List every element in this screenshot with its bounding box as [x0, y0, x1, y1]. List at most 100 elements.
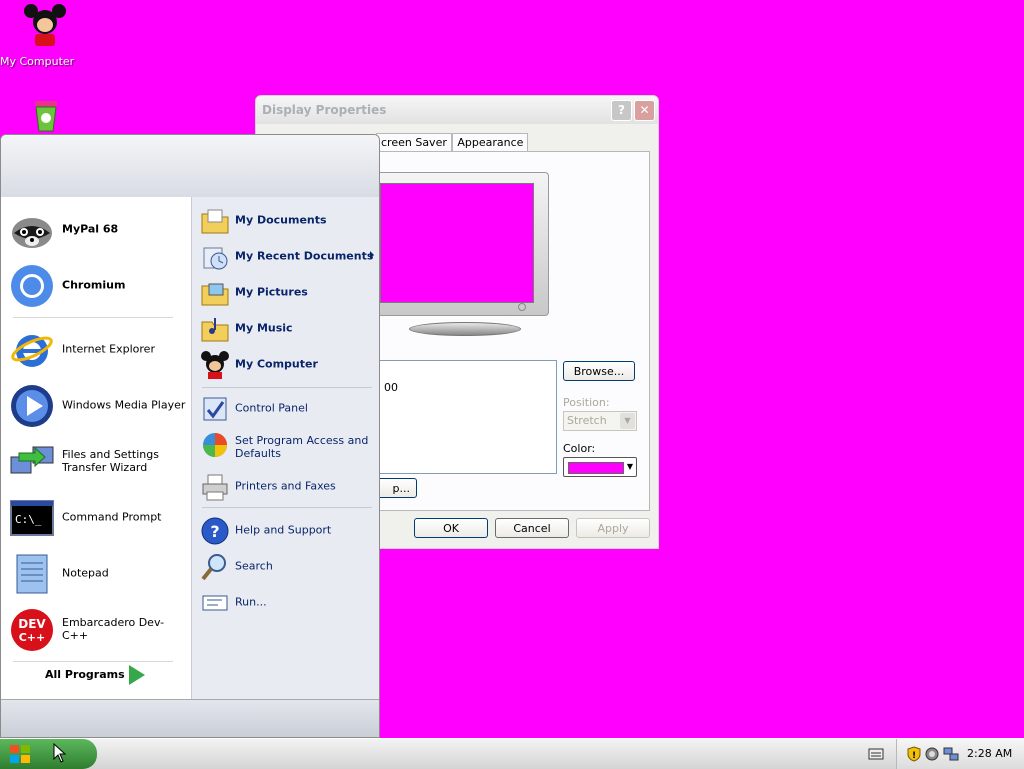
- notepad-icon: [16, 554, 48, 594]
- program-label: Command Prompt: [62, 510, 162, 524]
- my-music-icon: [201, 318, 229, 342]
- listbox-item[interactable]: 00: [384, 381, 398, 394]
- monitor-screen: [380, 183, 534, 303]
- place-control-panel[interactable]: Control Panel: [198, 391, 378, 425]
- all-programs-label[interactable]: All Programs: [45, 668, 125, 681]
- start-menu-header: [1, 135, 379, 198]
- update-icon[interactable]: [925, 747, 939, 761]
- security-shield-icon[interactable]: !: [907, 746, 921, 762]
- place-my-pictures[interactable]: My Pictures: [198, 275, 378, 309]
- my-documents-icon: [201, 209, 229, 234]
- start-menu-footer: [1, 699, 379, 737]
- svg-text:!: !: [912, 751, 916, 761]
- place-label: My Music: [235, 321, 293, 335]
- my-pictures-icon: [201, 283, 229, 306]
- place-label: Search: [235, 559, 273, 573]
- window-titlebar[interactable]: Display Properties ? ✕: [256, 96, 658, 124]
- my-computer-icon: [201, 351, 229, 379]
- chevron-down-icon: ▼: [620, 413, 635, 429]
- background-listbox[interactable]: 00: [369, 360, 557, 474]
- place-run[interactable]: Run...: [198, 585, 378, 619]
- recycle-bin-icon: [35, 101, 57, 132]
- desktop-icon-recycle-bin[interactable]: [0, 95, 90, 138]
- clock[interactable]: 2:28 AM: [967, 747, 1012, 760]
- arrow-right-icon[interactable]: [129, 665, 145, 685]
- program-label: MyPal 68: [62, 222, 119, 236]
- mouse-cursor-icon: [53, 743, 67, 763]
- place-label: Control Panel: [235, 401, 308, 415]
- start-menu-right-column: My Documents My Recent Documents My Pict…: [191, 197, 379, 699]
- chevron-down-icon: ▼: [626, 462, 633, 471]
- position-label: Position:: [563, 396, 610, 409]
- place-label: Set Program Access and Defaults: [235, 434, 369, 460]
- place-label: Printers and Faxes: [235, 479, 336, 493]
- help-button[interactable]: ?: [611, 100, 632, 121]
- program-command-prompt[interactable]: C:\_ Command Prompt: [7, 493, 187, 541]
- place-my-music[interactable]: My Music: [198, 311, 378, 345]
- transfer-wizard-icon: [10, 446, 54, 474]
- program-internet-explorer[interactable]: Internet Explorer: [7, 325, 187, 373]
- place-program-access[interactable]: Set Program Access and Defaults: [198, 427, 378, 467]
- devcpp-icon: DEV C++: [11, 609, 53, 651]
- place-label: My Recent Documents: [235, 249, 374, 263]
- place-my-computer[interactable]: My Computer: [198, 347, 378, 381]
- taskbar: ! 2:28 AM: [0, 738, 1024, 769]
- tab-screen-saver[interactable]: creen Saver: [376, 133, 452, 151]
- color-swatch: [568, 462, 624, 474]
- start-menu: MyPal 68 Chromium Internet Explorer Wind…: [0, 134, 380, 738]
- mypal-icon: [12, 218, 52, 248]
- monitor-frame: [369, 172, 549, 316]
- place-label: My Pictures: [235, 285, 308, 299]
- power-led-icon: [518, 303, 526, 311]
- apply-button[interactable]: Apply: [576, 518, 650, 538]
- window-title: Display Properties: [262, 103, 387, 117]
- start-menu-left-column: MyPal 68 Chromium Internet Explorer Wind…: [1, 197, 191, 699]
- position-select[interactable]: Stretch ▼: [563, 411, 637, 431]
- keyboard-icon[interactable]: [868, 747, 884, 761]
- color-picker-button[interactable]: ▼: [563, 457, 637, 477]
- network-icon[interactable]: [943, 747, 959, 761]
- svg-text:?: ?: [210, 522, 219, 541]
- run-icon: [202, 595, 228, 611]
- chromium-icon: [11, 265, 53, 307]
- place-label: Run...: [235, 595, 267, 609]
- place-help[interactable]: ? Help and Support: [198, 513, 378, 547]
- place-printers[interactable]: Printers and Faxes: [198, 469, 378, 503]
- start-button[interactable]: [0, 739, 97, 769]
- control-panel-icon: [203, 397, 227, 421]
- windows-logo-icon: [10, 745, 30, 763]
- ok-button[interactable]: OK: [414, 518, 488, 538]
- close-button[interactable]: ✕: [634, 100, 655, 121]
- program-label: Embarcadero Dev-C++: [62, 616, 165, 642]
- program-media-player[interactable]: Windows Media Player: [7, 381, 187, 429]
- separator: [202, 507, 372, 508]
- program-mypal[interactable]: MyPal 68: [7, 205, 187, 253]
- program-transfer-wizard[interactable]: Files and Settings Transfer Wizard: [7, 437, 187, 485]
- program-label: Chromium: [62, 278, 126, 292]
- place-recent-documents[interactable]: My Recent Documents: [198, 239, 378, 273]
- tab-strip: creen Saver Appearance: [376, 133, 529, 151]
- program-notepad[interactable]: Notepad: [7, 549, 187, 597]
- position-value: Stretch: [567, 414, 607, 427]
- svg-text:DEV: DEV: [18, 617, 46, 631]
- desktop-icon-my-computer[interactable]: My Computer: [0, 2, 90, 68]
- svg-text:C++: C++: [19, 631, 46, 644]
- program-devcpp[interactable]: DEV C++ Embarcadero Dev-C++: [7, 605, 187, 653]
- command-prompt-icon: C:\_: [10, 500, 54, 536]
- place-search[interactable]: Search: [198, 549, 378, 583]
- place-label: My Documents: [235, 213, 327, 227]
- separator: [13, 661, 173, 662]
- desktop-icon-label: My Computer: [0, 55, 75, 68]
- tab-appearance[interactable]: Appearance: [452, 133, 529, 151]
- separator: [202, 387, 372, 388]
- place-label: Help and Support: [235, 523, 332, 537]
- program-label: Files and Settings Transfer Wizard: [62, 448, 159, 474]
- cancel-button[interactable]: Cancel: [495, 518, 569, 538]
- printers-icon: [202, 474, 228, 501]
- submenu-arrow-icon: [370, 251, 374, 259]
- program-label: Windows Media Player: [62, 398, 186, 412]
- place-my-documents[interactable]: My Documents: [198, 203, 378, 237]
- browse-button[interactable]: Browse...: [563, 361, 635, 381]
- program-chromium[interactable]: Chromium: [7, 261, 187, 309]
- monitor-stand: [409, 322, 521, 336]
